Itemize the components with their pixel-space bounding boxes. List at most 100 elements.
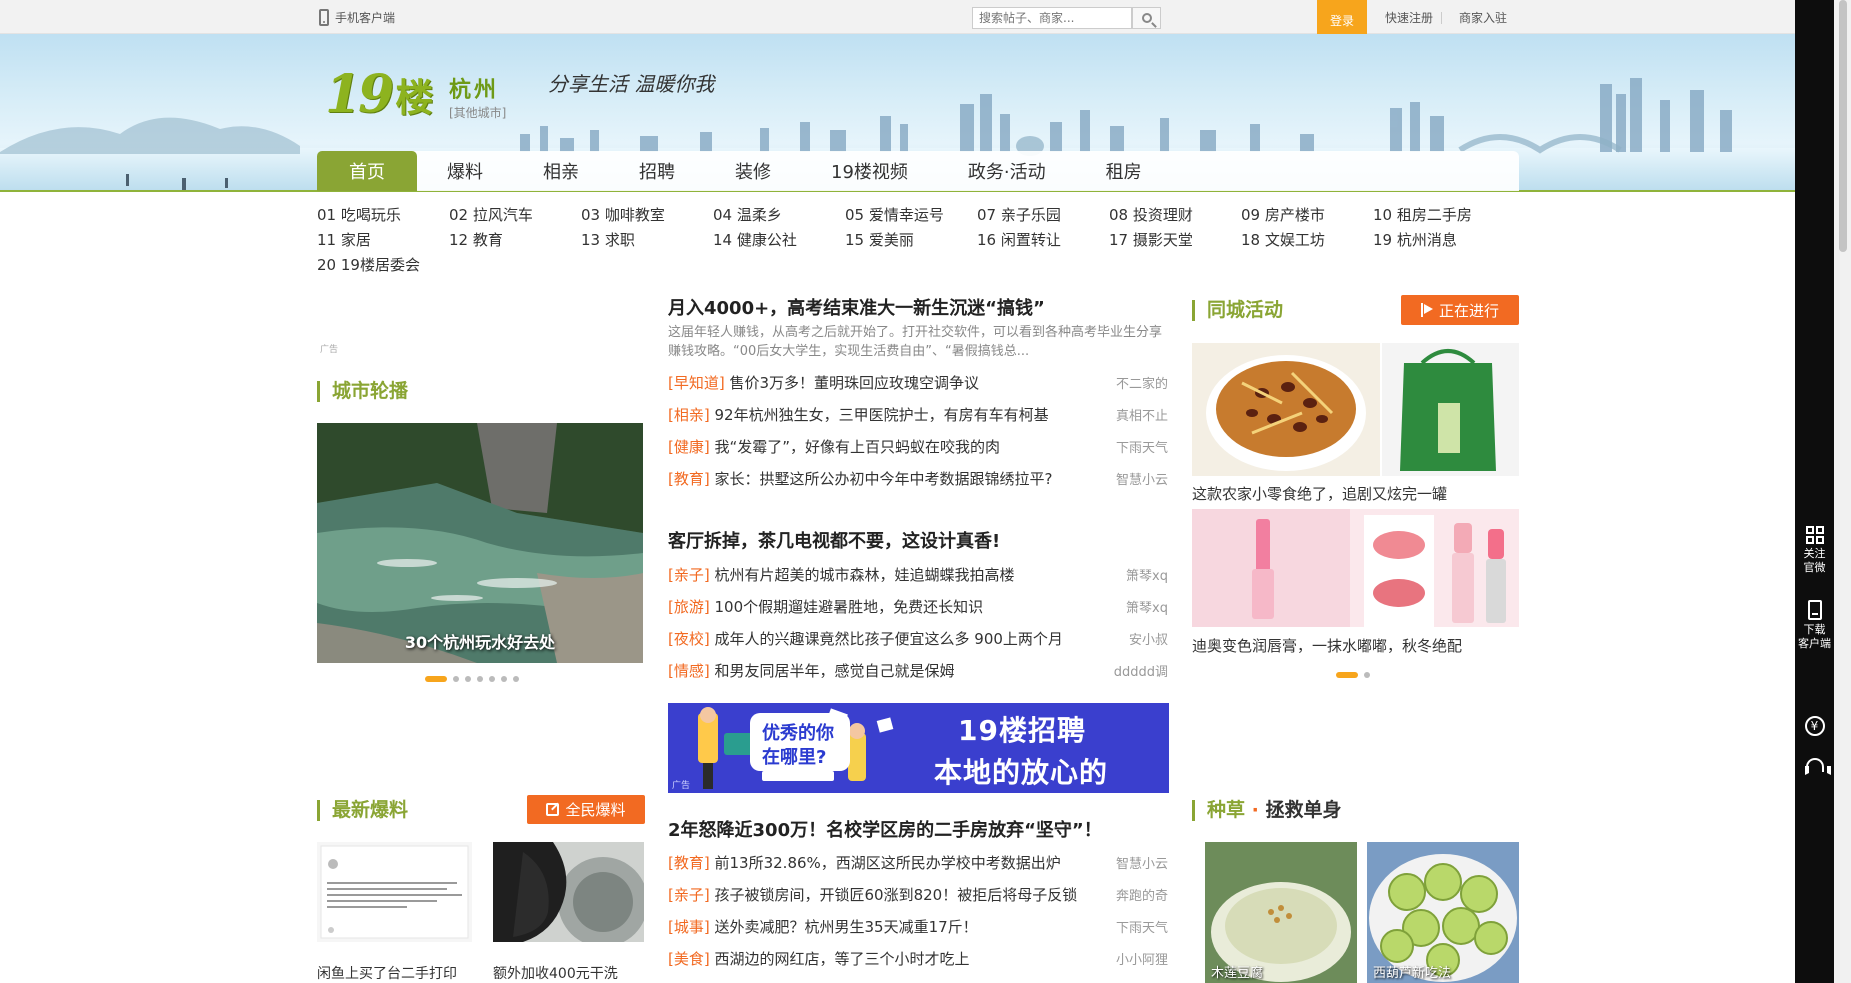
news-title[interactable]: 和男友同居半年，感觉自己就是保姆 — [715, 662, 955, 680]
channel-item[interactable]: 09 房产楼市 — [1241, 204, 1373, 225]
news-item[interactable]: [旅游] 100个假期遛娃避暑胜地，免费还长知识 箫琴xq — [668, 596, 1168, 618]
latest-thumb[interactable] — [317, 842, 472, 942]
event-caption[interactable]: 迪奥变色润唇膏，一抹水嘟嘟，秋冬绝配 — [1192, 635, 1462, 656]
news-title[interactable]: 成年人的兴趣课竟然比孩子便宜这么多 900上两个月 — [715, 630, 1063, 648]
channel-item[interactable]: 14 健康公社 — [713, 229, 845, 250]
news-title[interactable]: 家长：拱墅这所公办初中今年中考数据跟锦绣拉平? — [715, 470, 1053, 488]
news-item[interactable]: [教育] 家长：拱墅这所公办初中今年中考数据跟锦绣拉平? 智慧小云 — [668, 468, 1168, 490]
submit-tip-button[interactable]: 全民爆料 — [527, 795, 645, 824]
news-item[interactable]: [健康] 我“发霉了”，好像有上百只蚂蚁在咬我的肉 下雨天气 — [668, 436, 1168, 458]
nav-home[interactable]: 首页 — [317, 151, 417, 191]
follow-official-button[interactable]: 关注 官微 — [1795, 526, 1834, 575]
news-title[interactable]: 92年杭州独生女，三甲医院护士，有房有车有柯基 — [715, 406, 1049, 424]
news-tag[interactable]: [亲子] — [668, 566, 710, 584]
channel-item[interactable]: 10 租房二手房 — [1373, 204, 1505, 225]
scrollbar-thumb[interactable] — [1839, 0, 1847, 252]
news-item[interactable]: [亲子] 杭州有片超美的城市森林，娃追蝴蝶我拍高楼 箫琴xq — [668, 564, 1168, 586]
news-author[interactable]: 下雨天气 — [1116, 917, 1168, 936]
news-author[interactable]: 下雨天气 — [1116, 437, 1168, 456]
news-item[interactable]: [城事] 送外卖减肥？杭州男生35天减重17斤！ 下雨天气 — [668, 916, 1168, 938]
merchant-join-link[interactable]: 商家入驻 — [1459, 9, 1507, 26]
news-item[interactable]: [情感] 和男友同居半年，感觉自己就是保姆 ddddd调 — [668, 660, 1168, 682]
channel-item[interactable]: 17 摄影天堂 — [1109, 229, 1241, 250]
news-author[interactable]: 安小叔 — [1129, 629, 1168, 648]
latest-thumb-caption[interactable]: 额外加收400元干洗 — [493, 963, 618, 983]
news-title[interactable]: 售价3万多！董明珠回应玫瑰空调争议 — [730, 374, 980, 392]
news-title[interactable]: 西湖边的网红店，等了三个小时才吃上 — [715, 950, 970, 968]
news-item[interactable]: [夜校] 成年人的兴趣课竟然比孩子便宜这么多 900上两个月 安小叔 — [668, 628, 1168, 650]
carousel-dot[interactable] — [465, 676, 471, 682]
carousel-dot[interactable] — [453, 676, 459, 682]
nav-video[interactable]: 19楼视频 — [801, 151, 938, 191]
news-title[interactable]: 孩子被锁房间，开锁匠60涨到820！被拒后将母子反锁 — [715, 886, 1078, 904]
carousel-dot[interactable] — [489, 676, 495, 682]
channel-item[interactable]: 19 杭州消息 — [1373, 229, 1505, 250]
channel-item[interactable]: 08 投资理财 — [1109, 204, 1241, 225]
carousel-dot[interactable] — [513, 676, 519, 682]
carousel-dot[interactable] — [425, 676, 447, 682]
search-input[interactable] — [972, 7, 1132, 29]
news-author[interactable]: 小小阿狸 — [1116, 949, 1168, 968]
nav-government[interactable]: 政务·活动 — [938, 151, 1076, 191]
recommend-card[interactable]: 西葫芦新吃法 — [1367, 842, 1519, 983]
news-title[interactable]: 杭州有片超美的城市森林，娃追蝴蝶我拍高楼 — [715, 566, 1015, 584]
news-tag[interactable]: [相亲] — [668, 406, 710, 424]
news-tag[interactable]: [夜校] — [668, 630, 710, 648]
news-tag[interactable]: [城事] — [668, 918, 710, 936]
news-tag[interactable]: [旅游] — [668, 598, 710, 616]
event-card-image[interactable] — [1192, 509, 1519, 627]
channel-item[interactable]: 01 吃喝玩乐 — [317, 204, 449, 225]
customer-service-button[interactable] — [1795, 756, 1834, 776]
headline-link[interactable]: 客厅拆掉，茶几电视都不要，这设计真香! — [668, 527, 1000, 553]
news-tag[interactable]: [健康] — [668, 438, 710, 456]
news-tag[interactable]: [情感] — [668, 662, 710, 680]
channel-item[interactable]: 13 求职 — [581, 229, 713, 250]
channel-item[interactable]: 12 教育 — [449, 229, 581, 250]
news-tag[interactable]: [亲子] — [668, 886, 710, 904]
channel-item[interactable]: 04 温柔乡 — [713, 204, 845, 225]
news-item[interactable]: [相亲] 92年杭州独生女，三甲医院护士，有房有车有柯基 真相不止 — [668, 404, 1168, 426]
news-author[interactable]: 智慧小云 — [1116, 853, 1168, 872]
recruitment-ad-banner[interactable]: 优秀的你 在哪里? 19楼招聘 本地的放心的 广告 — [668, 703, 1169, 793]
news-title[interactable]: 我“发霉了”，好像有上百只蚂蚁在咬我的肉 — [715, 438, 1001, 456]
recommend-card[interactable]: 木莲豆腐 — [1205, 842, 1357, 983]
news-author[interactable]: ddddd调 — [1114, 661, 1168, 680]
news-tag[interactable]: [美食] — [668, 950, 710, 968]
ongoing-events-button[interactable]: 正在进行 — [1401, 295, 1519, 325]
channel-item[interactable]: 02 拉风汽车 — [449, 204, 581, 225]
channel-item[interactable]: 05 爱情幸运号 — [845, 204, 977, 225]
news-item[interactable]: [教育] 前13所32.86%，西湖区这所民办学校中考数据出炉 智慧小云 — [668, 852, 1168, 874]
nav-dating[interactable]: 相亲 — [513, 151, 609, 191]
news-author[interactable]: 不二家的 — [1116, 373, 1168, 392]
search-button[interactable] — [1132, 7, 1161, 29]
event-card-image[interactable] — [1192, 343, 1519, 476]
channel-item[interactable]: 18 文娱工坊 — [1241, 229, 1373, 250]
other-city-link[interactable]: [其他城市] — [449, 104, 506, 121]
channel-item[interactable]: 16 闲置转让 — [977, 229, 1109, 250]
mobile-client-link[interactable]: 手机客户端 — [319, 9, 395, 26]
news-tag[interactable]: [教育] — [668, 854, 710, 872]
channel-item[interactable]: 03 咖啡教室 — [581, 204, 713, 225]
carousel-dot[interactable] — [477, 676, 483, 682]
events-dot[interactable] — [1364, 672, 1370, 678]
news-item[interactable]: [早知道] 售价3万多！董明珠回应玫瑰空调争议 不二家的 — [668, 372, 1168, 394]
nav-baoliao[interactable]: 爆料 — [417, 151, 513, 191]
carousel-dot[interactable] — [501, 676, 507, 682]
news-author[interactable]: 箫琴xq — [1126, 565, 1168, 584]
news-title[interactable]: 100个假期遛娃避暑胜地，免费还长知识 — [715, 598, 984, 616]
payment-button[interactable]: ¥ — [1795, 716, 1834, 736]
news-author[interactable]: 真相不止 — [1116, 405, 1168, 424]
event-caption[interactable]: 这款农家小零食绝了，追剧又炫完一罐 — [1192, 483, 1447, 504]
site-logo[interactable]: 19 楼 — [325, 64, 433, 125]
headline-link[interactable]: 月入4000+，高考结束准大一新生沉迷“搞钱” — [668, 294, 1045, 320]
news-title[interactable]: 送外卖减肥？杭州男生35天减重17斤！ — [715, 918, 978, 936]
news-title[interactable]: 前13所32.86%，西湖区这所民办学校中考数据出炉 — [715, 854, 1061, 872]
channel-item[interactable]: 07 亲子乐园 — [977, 204, 1109, 225]
channel-item[interactable]: 15 爱美丽 — [845, 229, 977, 250]
events-dot[interactable] — [1336, 672, 1358, 678]
news-tag[interactable]: [早知道] — [668, 374, 725, 392]
news-author[interactable]: 箫琴xq — [1126, 597, 1168, 616]
news-author[interactable]: 奔跑的奇 — [1116, 885, 1168, 904]
news-item[interactable]: [亲子] 孩子被锁房间，开锁匠60涨到820！被拒后将母子反锁 奔跑的奇 — [668, 884, 1168, 906]
nav-jobs[interactable]: 招聘 — [609, 151, 705, 191]
